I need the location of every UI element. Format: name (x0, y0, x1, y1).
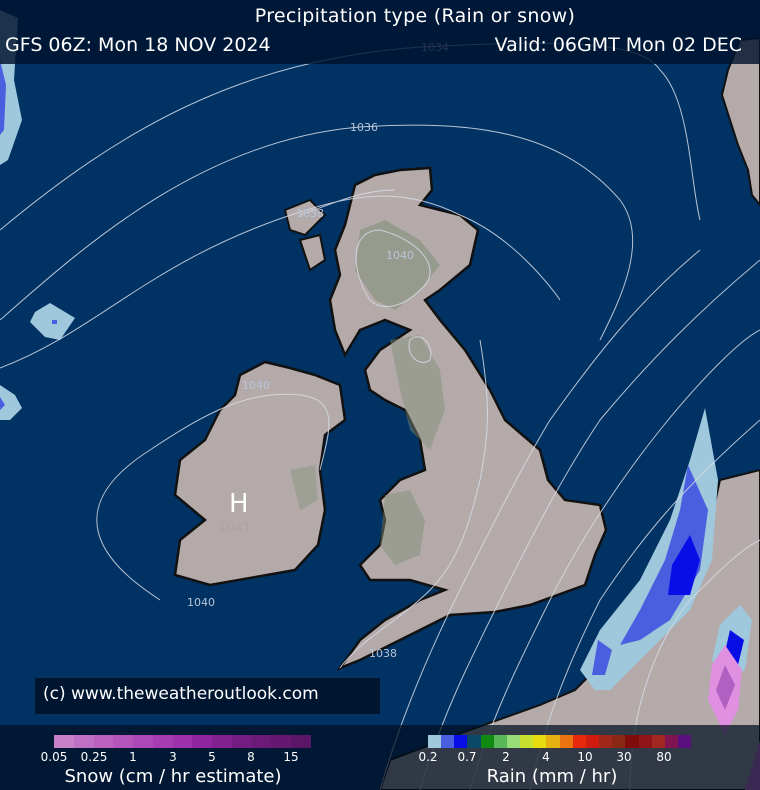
rain-color-swatch (677, 735, 692, 748)
rain-color-swatch (480, 735, 494, 748)
copyright-text: (c) www.theweatheroutlook.com (43, 684, 319, 704)
snow-color-swatch (172, 735, 193, 748)
rain-tick-label: 0.2 (418, 750, 438, 764)
snow-tick-label: 0.05 (40, 750, 68, 764)
snow-color-swatch (73, 735, 94, 748)
rain-legend-title: Rain (mm / hr) (486, 766, 618, 787)
rain-tick-label: 4 (542, 750, 550, 764)
copyright-box: (c) www.theweatheroutlook.com (35, 678, 380, 714)
snow-color-swatch (133, 735, 153, 748)
rain-color-swatch (612, 735, 626, 748)
snow-color-swatch (152, 735, 173, 748)
rain-color-swatch (572, 735, 586, 748)
rain-tick-label: 0.7 (457, 750, 477, 764)
isobar-label: 1040 (187, 596, 215, 609)
snow-color-swatch (271, 735, 292, 748)
rain-color-swatch (651, 735, 665, 748)
isobar-label: 1040 (242, 379, 270, 392)
rain-color-swatch (467, 735, 481, 748)
snow-tick-label: 3 (169, 750, 177, 764)
snow-color-swatch (93, 735, 114, 748)
snow-color-swatch (251, 735, 272, 748)
rain-color-swatch (625, 735, 639, 748)
rain-color-swatch (559, 735, 573, 748)
rain-colorbar (428, 735, 692, 748)
rain-tick-label: 10 (577, 750, 593, 764)
snow-legend-title: Snow (cm / hr estimate) (64, 766, 282, 787)
snow-color-swatch (192, 735, 213, 748)
isobar-label: 1038 (369, 647, 397, 660)
rain-color-swatch (428, 735, 442, 748)
snow-tick-label: 0.25 (80, 750, 108, 764)
rain-color-swatch (441, 735, 455, 748)
rain-color-swatch (454, 735, 468, 748)
rain-tick-label: 80 (656, 750, 672, 764)
snow-color-swatch (231, 735, 252, 748)
precipitation-map: 10 3 4 1036 1038 1040 1040 1040 1038 H 104… (0, 0, 760, 790)
snow-tick-label: 8 (247, 750, 255, 764)
rain-color-swatch (638, 735, 652, 748)
snow-color-swatch (291, 735, 311, 748)
snow-tick-label: 5 (208, 750, 216, 764)
valid-time: Valid: 06GMT Mon 02 DEC (494, 34, 742, 56)
snow-tick-label: 15 (283, 750, 299, 764)
map-title: Precipitation type (Rain or snow) (254, 5, 576, 27)
isobar-label: 1040 (386, 249, 414, 262)
snow-tick-label: 1 (129, 750, 137, 764)
model-run: GFS 06Z: Mon 18 NOV 2024 (5, 34, 271, 56)
snow-color-swatch (212, 735, 232, 748)
snow-color-swatch (113, 735, 134, 748)
isobar-label: 1038 (296, 207, 324, 220)
rain-tick-label: 2 (502, 750, 510, 764)
rain-color-swatch (546, 735, 560, 748)
pressure-centre-symbol: H (229, 489, 249, 519)
rain-color-swatch (493, 735, 507, 748)
header: Precipitation type (Rain or snow) GFS 06… (0, 0, 760, 64)
rain-color-swatch (533, 735, 547, 748)
rain-color-swatch (520, 735, 534, 748)
rain-color-swatch (585, 735, 600, 748)
snow-colorbar (54, 735, 311, 748)
rain-color-swatch (506, 735, 521, 748)
snow-color-swatch (54, 735, 74, 748)
isobar-label: 1036 (350, 121, 378, 134)
rain-tick-label: 30 (616, 750, 632, 764)
rain-color-swatch (664, 735, 678, 748)
pressure-centre-value: 1041 (218, 521, 251, 536)
rain-color-swatch (599, 735, 613, 748)
